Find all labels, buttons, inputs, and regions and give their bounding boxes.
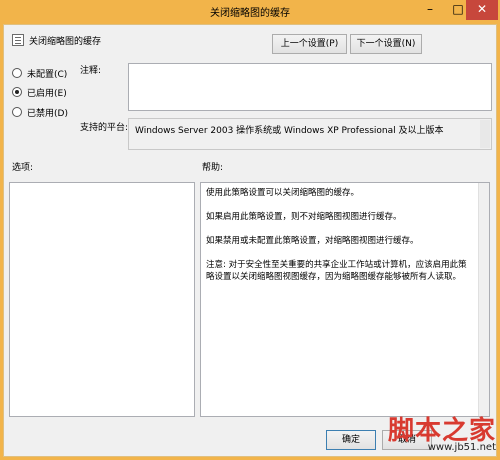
help-scrollbar[interactable] (478, 183, 489, 416)
help-paragraph: 使用此策略设置可以关闭缩略图的缓存。 (206, 188, 360, 198)
supported-platform-value: Windows Server 2003 操作系统或 Windows XP Pro… (135, 126, 444, 136)
help-panel: 使用此策略设置可以关闭缩略图的缓存。 如果启用此策略设置，则不对缩略图视图进行缓… (200, 182, 490, 417)
help-paragraph: 注意: 对于安全性至关重要的共享企业工作站或计算机，应该启用此策略设置以关闭缩略… (206, 260, 467, 282)
help-paragraph: 如果禁用或未配置此策略设置，对缩略图视图进行缓存。 (206, 236, 419, 246)
title-bar[interactable]: 关闭缩略图的缓存 – □ ✕ (0, 0, 500, 24)
dialog-window: 关闭缩略图的缓存 – □ ✕ 关闭缩略图的缓存 上一个设置(P) 下一个设置(N… (0, 0, 500, 460)
radio-not-configured-label: 未配置(C) (27, 70, 68, 80)
dialog-body: 关闭缩略图的缓存 上一个设置(P) 下一个设置(N) 未配置(C) 已启用(E)… (3, 24, 497, 457)
platform-scrollbar[interactable] (480, 120, 490, 148)
radio-disabled-label: 已禁用(D) (27, 109, 68, 119)
radio-not-configured-circle[interactable] (12, 68, 22, 78)
radio-enabled-circle[interactable] (12, 87, 22, 97)
radio-disabled-circle[interactable] (12, 107, 22, 117)
watermark-url: www.jb51.net (427, 442, 496, 453)
options-label: 选项: (12, 163, 34, 173)
next-setting-button[interactable]: 下一个设置(N) (350, 34, 422, 54)
radio-enabled-label: 已启用(E) (27, 89, 67, 99)
supported-platform-field: Windows Server 2003 操作系统或 Windows XP Pro… (128, 118, 492, 150)
options-panel (9, 182, 195, 417)
help-paragraph: 如果启用此策略设置，则不对缩略图视图进行缓存。 (206, 212, 402, 222)
previous-setting-button[interactable]: 上一个设置(P) (272, 34, 347, 54)
supported-platform-label: 支持的平台: (80, 123, 129, 133)
help-label: 帮助: (202, 163, 224, 173)
comment-textarea[interactable] (128, 63, 492, 111)
policy-name: 关闭缩略图的缓存 (29, 37, 102, 47)
site-watermark: 脚本之家 www.jb51.net (368, 410, 498, 456)
policy-settings-icon (12, 34, 24, 46)
close-button[interactable]: ✕ (466, 0, 498, 20)
comment-label: 注释: (80, 66, 102, 76)
minimize-button[interactable]: – (416, 0, 444, 20)
